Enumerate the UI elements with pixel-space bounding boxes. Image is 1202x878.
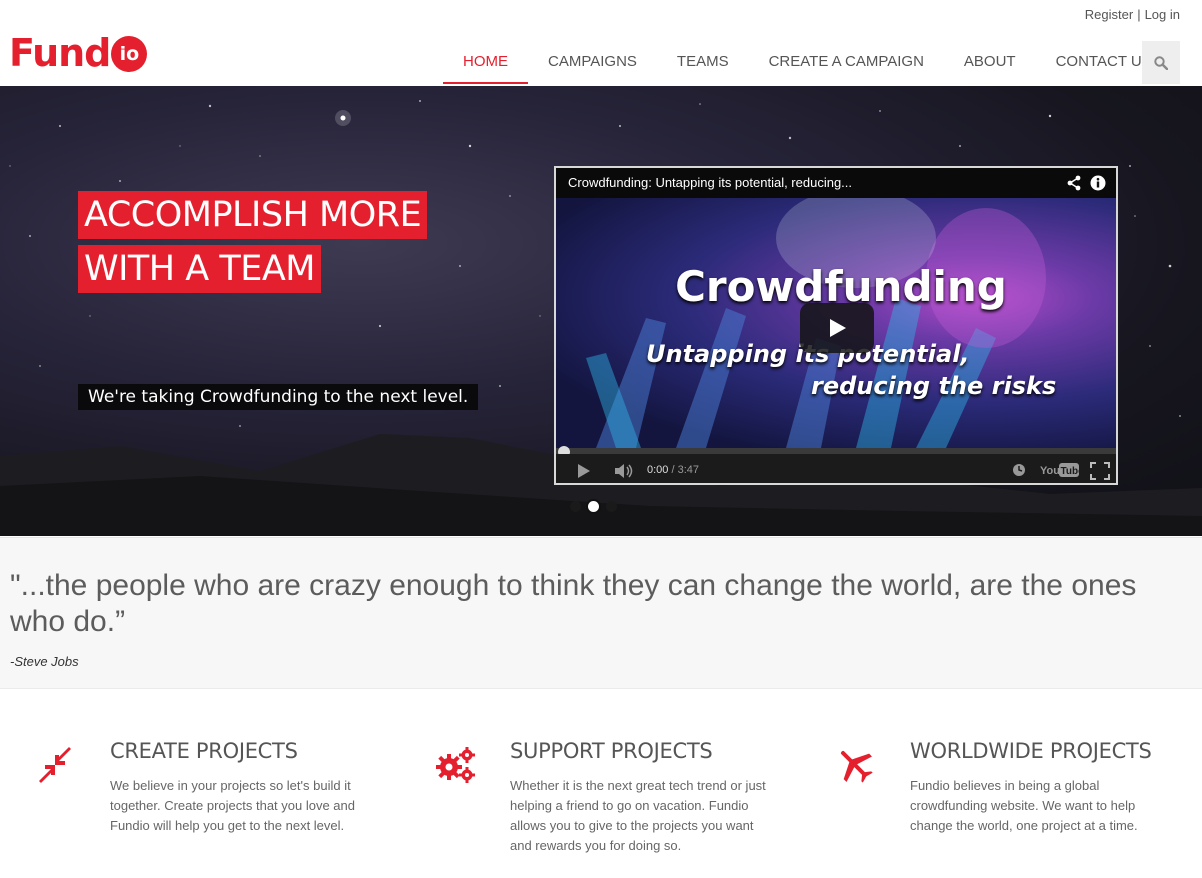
headline-line-2: WITH A TEAM	[78, 245, 321, 293]
quote-text: "...the people who are crazy enough to t…	[10, 569, 1137, 638]
feature-text: Whether it is the next great tech trend …	[510, 778, 766, 853]
carousel-dot-3[interactable]	[606, 501, 617, 512]
youtube-logo-you: You	[1040, 465, 1060, 477]
feature-title: SUPPORT PROJECTS	[510, 739, 713, 763]
feature-title: CREATE PROJECTS	[110, 739, 298, 763]
nav-campaigns[interactable]: CAMPAIGNS	[528, 41, 657, 84]
headline-line-1: ACCOMPLISH MORE	[78, 191, 428, 239]
control-play-icon[interactable]	[576, 463, 592, 479]
video-play-button[interactable]	[800, 303, 874, 353]
watch-later-icon[interactable]	[1012, 463, 1026, 477]
logo-text: Fund	[9, 31, 111, 75]
gears-icon	[436, 747, 475, 783]
video-time-separator: /	[671, 464, 675, 476]
nav-about[interactable]: ABOUT	[944, 41, 1036, 84]
fullscreen-icon[interactable]	[1090, 462, 1110, 480]
hero-tagline: We're taking Crowdfunding to the next le…	[78, 384, 479, 410]
video-current-time: 0:00	[647, 464, 669, 476]
feature-title: WORLDWIDE PROJECTS	[910, 739, 1152, 763]
info-icon[interactable]	[1090, 175, 1106, 191]
nav-teams[interactable]: TEAMS	[657, 41, 749, 84]
video-duration: 3:47	[677, 464, 700, 476]
site-header: Register | Log in Fund io HOME CAMPAIGNS T…	[0, 0, 1202, 86]
feature-text: We believe in your projects so let's bui…	[110, 778, 355, 833]
youtube-logo-tube: Tube	[1061, 466, 1081, 477]
main-nav: HOME CAMPAIGNS TEAMS CREATE A CAMPAIGN A…	[443, 41, 1172, 84]
register-link[interactable]: Register	[1085, 7, 1133, 22]
carousel-dot-1[interactable]	[570, 501, 581, 512]
video-controls: 0:00 / 3:47 You Tube	[556, 454, 1116, 483]
share-icon[interactable]	[1066, 175, 1082, 191]
site-logo[interactable]: Fund io	[9, 31, 148, 75]
carousel-dot-2[interactable]	[588, 501, 599, 512]
login-link[interactable]: Log in	[1145, 7, 1180, 22]
youtube-logo[interactable]: You Tube	[1040, 461, 1084, 482]
nav-home[interactable]: HOME	[443, 41, 528, 84]
hero-slider: ACCOMPLISH MORE WITH A TEAM We're taking…	[0, 86, 1202, 536]
carousel-indicators	[570, 501, 617, 512]
quote-section: "...the people who are crazy enough to t…	[0, 537, 1202, 689]
nav-create-campaign[interactable]: CREATE A CAMPAIGN	[749, 41, 944, 84]
volume-icon[interactable]	[614, 463, 634, 479]
hero-headline: ACCOMPLISH MORE WITH A TEAM	[78, 191, 428, 299]
video-title-bar: Crowdfunding: Untapping its potential, r…	[556, 168, 1116, 198]
search-button[interactable]	[1142, 41, 1180, 84]
logo-badge: io	[111, 36, 148, 72]
video-subtitle-line-2: reducing the risks	[811, 372, 1057, 400]
auth-separator: |	[1137, 7, 1141, 22]
video-time: 0:00 / 3:47	[647, 464, 699, 476]
auth-links: Register | Log in	[1085, 7, 1180, 22]
feature-text: Fundio believes in being a global crowdf…	[910, 778, 1138, 833]
search-icon	[1154, 55, 1168, 70]
play-icon	[830, 319, 846, 337]
quote-author: -Steve Jobs	[10, 654, 79, 669]
airplane-icon	[840, 750, 873, 783]
video-thumbnail[interactable]: Crowdfunding Untapping its potential, re…	[556, 198, 1116, 448]
arrows-in-icon	[39, 747, 71, 783]
video-player[interactable]: Crowdfunding: Untapping its potential, r…	[554, 166, 1118, 485]
video-title[interactable]: Crowdfunding: Untapping its potential, r…	[568, 175, 852, 190]
